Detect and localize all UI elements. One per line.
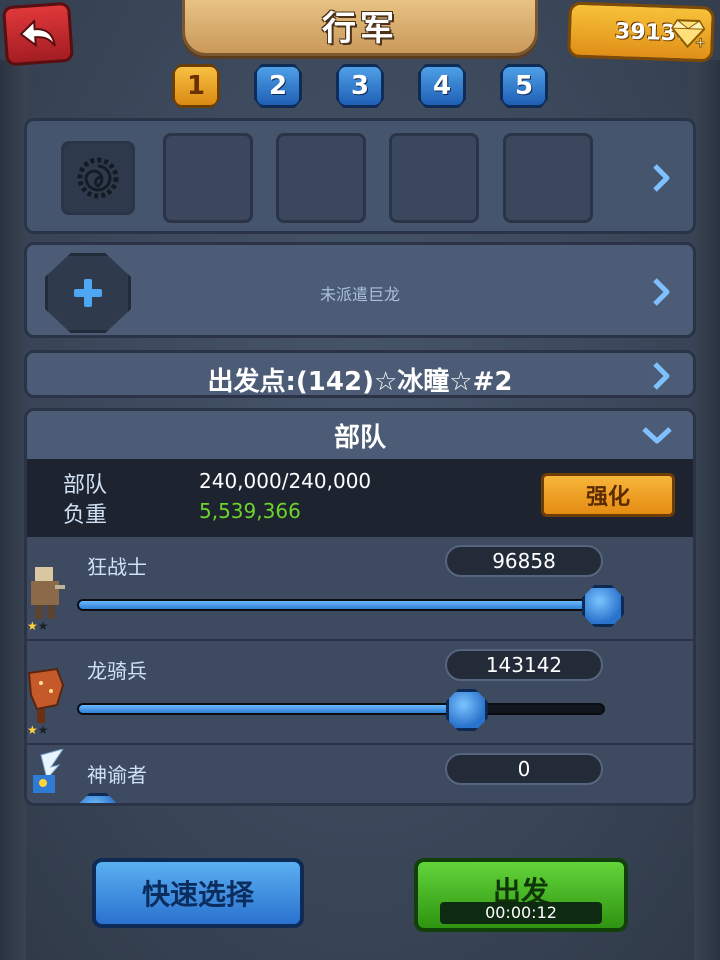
page-title: 行军 bbox=[322, 8, 398, 49]
dragon-panel[interactable]: 未派遣巨龙 bbox=[24, 242, 696, 338]
tab-slot-3[interactable]: 3 bbox=[336, 64, 384, 108]
gem-counter[interactable]: 39130 + bbox=[567, 1, 715, 63]
slider-fill bbox=[79, 705, 467, 713]
troop-summary: 部队 负重 240,000/240,000 5,539,366 强化 bbox=[27, 459, 693, 537]
load-value: 5,539,366 bbox=[199, 499, 301, 523]
rock-border-right bbox=[694, 60, 720, 960]
chevron-down-icon[interactable] bbox=[641, 425, 673, 445]
boost-button[interactable]: 强化 bbox=[541, 473, 675, 517]
slider-knob[interactable] bbox=[582, 585, 624, 627]
hero-slot-5[interactable] bbox=[503, 133, 593, 223]
load-label: 负重 bbox=[63, 503, 108, 528]
unit-count-field[interactable]: 0 bbox=[445, 753, 603, 785]
tab-slot-1[interactable]: 1 bbox=[172, 64, 220, 108]
troops-label: 部队 bbox=[63, 473, 108, 498]
tab-slot-5[interactable]: 5 bbox=[500, 64, 548, 108]
back-arrow-icon bbox=[19, 19, 56, 48]
origin-label: 出发点:(142)☆冰瞳☆#2 bbox=[207, 367, 513, 397]
tab-slot-4[interactable]: 4 bbox=[418, 64, 466, 108]
unit-name: 神谕者 bbox=[87, 763, 147, 787]
chevron-right-icon[interactable] bbox=[651, 277, 671, 307]
back-button[interactable] bbox=[1, 1, 75, 67]
march-timer: 00:00:12 bbox=[440, 902, 602, 924]
hero-slot-4[interactable] bbox=[389, 133, 479, 223]
dragon-status: 未派遣巨龙 bbox=[319, 285, 400, 304]
troop-header[interactable]: 部队 bbox=[27, 411, 693, 459]
rock-border-left bbox=[0, 60, 26, 960]
march-slot-tabs: 1 2 3 4 5 bbox=[172, 64, 548, 108]
origin-panel[interactable]: 出发点:(142)☆冰瞳☆#2 bbox=[24, 350, 696, 398]
quick-select-button[interactable]: 快速选择 bbox=[92, 858, 304, 928]
unit-row-berserker: ★★ 狂战士 96858 bbox=[27, 537, 693, 641]
chevron-right-icon[interactable] bbox=[651, 361, 671, 391]
unit-slider[interactable] bbox=[77, 585, 624, 627]
troops-value: 240,000/240,000 bbox=[199, 469, 372, 493]
unit-stars: ★★ bbox=[27, 723, 49, 737]
unit-name: 龙骑兵 bbox=[87, 659, 147, 683]
unit-name: 狂战士 bbox=[87, 555, 147, 579]
chevron-right-icon[interactable] bbox=[651, 163, 671, 193]
slider-knob[interactable] bbox=[77, 793, 119, 803]
hero-slots-panel bbox=[24, 118, 696, 234]
gem-icon: + bbox=[670, 19, 705, 49]
oracle-portrait-icon bbox=[33, 749, 64, 793]
unit-row-oracle: 神谕者 0 bbox=[27, 745, 693, 803]
march-button[interactable]: 出发 00:00:12 bbox=[414, 858, 628, 932]
title-banner: 行军 bbox=[182, 0, 538, 56]
hero-slot-1[interactable] bbox=[61, 141, 135, 215]
unit-stars: ★★ bbox=[27, 619, 49, 633]
unit-count-field[interactable]: 96858 bbox=[445, 545, 603, 577]
unit-count-field[interactable]: 143142 bbox=[445, 649, 603, 681]
hero-slot-3[interactable] bbox=[276, 133, 366, 223]
hero-slot-2[interactable] bbox=[163, 133, 253, 223]
tab-slot-2[interactable]: 2 bbox=[254, 64, 302, 108]
unit-row-dragoon: ★★ 龙骑兵 143142 bbox=[27, 641, 693, 745]
spiral-emblem-icon bbox=[77, 157, 119, 199]
troop-title: 部队 bbox=[333, 422, 386, 453]
svg-text:+: + bbox=[694, 35, 705, 49]
slider-knob[interactable] bbox=[445, 689, 488, 731]
troop-panel: 部队 部队 负重 240,000/240,000 5,539,366 强化 ★★… bbox=[24, 408, 696, 806]
unit-slider[interactable] bbox=[77, 689, 605, 731]
slider-fill bbox=[79, 601, 603, 609]
